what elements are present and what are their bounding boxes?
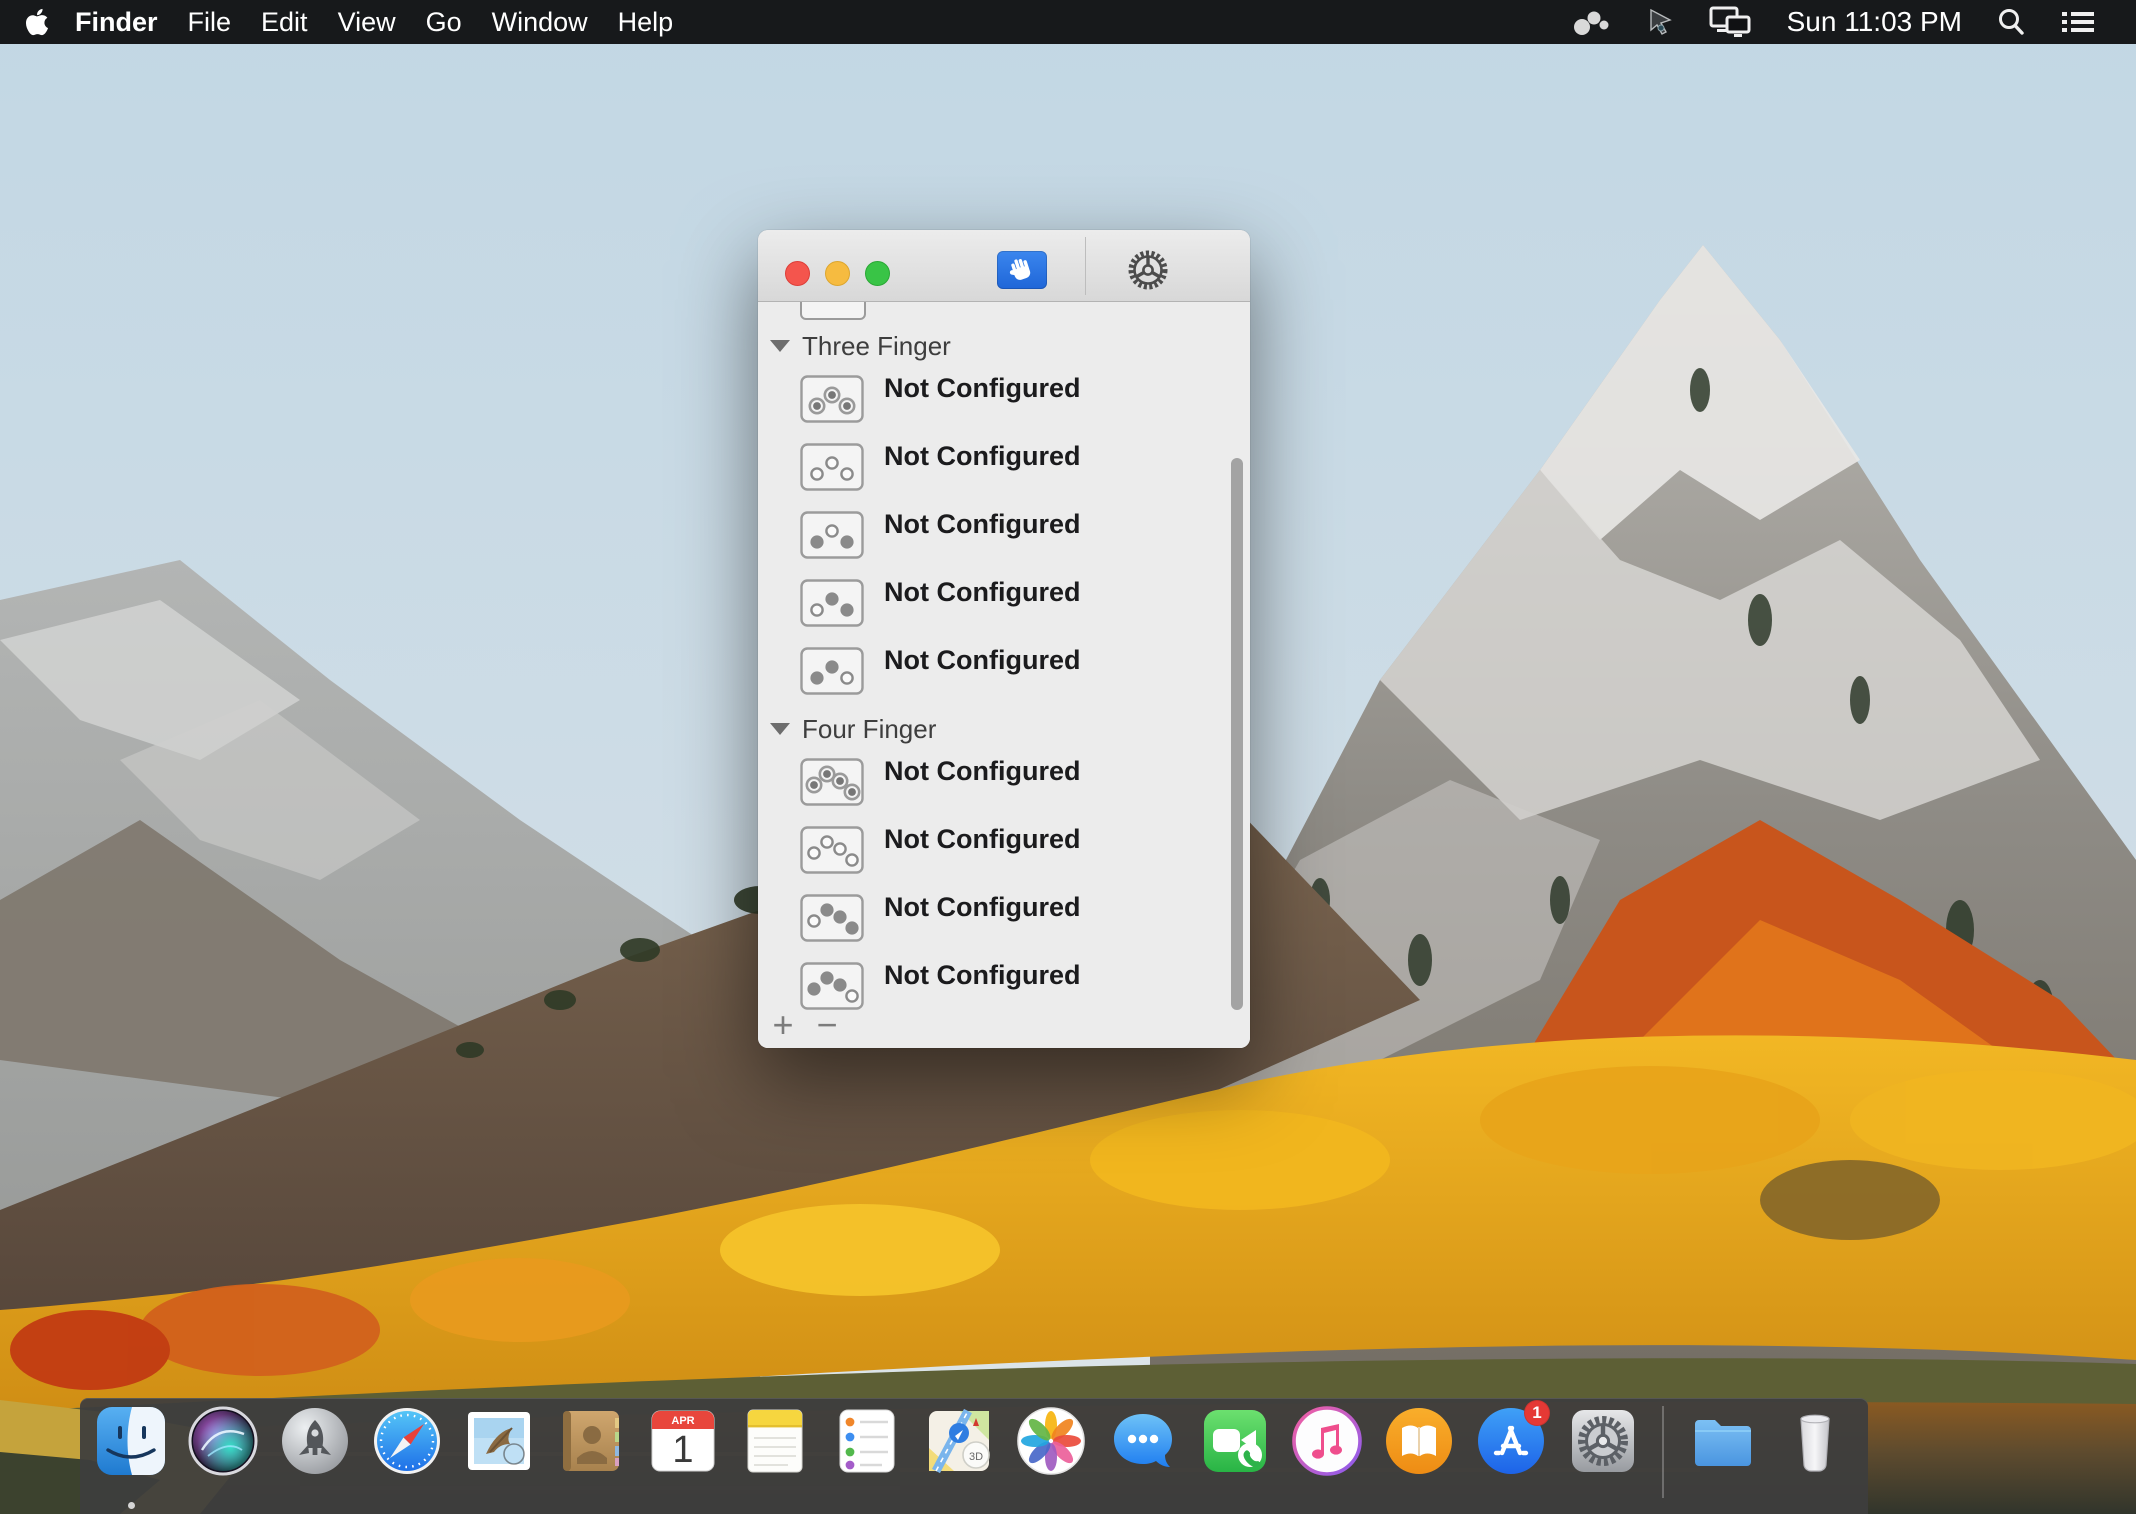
dock-icon-trash[interactable] [1780, 1406, 1850, 1476]
menu-bar-clock[interactable]: Sun 11:03 PM [1787, 6, 1962, 38]
scrollbar-thumb[interactable] [1231, 458, 1243, 1010]
gesture-row[interactable]: Not Configured [800, 962, 1250, 1010]
gesture-status-label: Not Configured [884, 509, 1080, 539]
gesture-status-label: Not Configured [884, 577, 1080, 607]
dock-icon-notes[interactable] [740, 1406, 810, 1476]
dock-icon-downloads-folder[interactable] [1688, 1406, 1758, 1476]
maps-3d-label: 3D [969, 1451, 983, 1463]
notification-center-icon[interactable] [2060, 7, 2096, 37]
remove-gesture-button[interactable]: − [812, 1008, 842, 1042]
calendar-month: APR [671, 1415, 694, 1427]
dock-icon-launchpad[interactable] [280, 1406, 350, 1476]
dock-icon-calendar[interactable]: APR 1 [648, 1406, 718, 1476]
settings-gear-icon [1126, 248, 1170, 292]
app-store-badge: 1 [1524, 1400, 1550, 1426]
dock-icon-facetime[interactable] [1200, 1406, 1270, 1476]
pointer-icon[interactable] [1645, 7, 1675, 37]
dock: APR 1 3D 1 [80, 1398, 1868, 1514]
menu-item-go[interactable]: Go [411, 7, 477, 38]
calendar-day: 1 [672, 1429, 693, 1471]
apple-menu[interactable] [24, 7, 50, 37]
gesture-status-label: Not Configured [884, 756, 1080, 786]
app-menus: FinderFileEditViewGoWindowHelp [60, 7, 688, 38]
dock-icon-contacts[interactable] [556, 1406, 626, 1476]
gesture-row[interactable]: Not Configured [800, 443, 1250, 491]
trackpad-hand-icon [1005, 254, 1039, 286]
dock-icon-app-store[interactable]: 1 [1476, 1406, 1546, 1476]
dock-icon-photos[interactable] [1016, 1406, 1086, 1476]
gesture-icon [800, 894, 864, 942]
section-label: Four Finger [802, 714, 936, 745]
gesture-row[interactable]: Not Configured [800, 826, 1250, 874]
section-header: Three Finger [770, 332, 1250, 360]
dock-icon-messages[interactable] [1108, 1406, 1178, 1476]
gesture-icon [800, 443, 864, 491]
gesture-icon [800, 511, 864, 559]
menu-item-finder[interactable]: Finder [60, 7, 173, 38]
gesture-row[interactable]: Not Configured [800, 647, 1250, 695]
menu-item-view[interactable]: View [323, 7, 411, 38]
dock-divider [1662, 1406, 1664, 1498]
dock-icon-maps[interactable]: 3D [924, 1406, 994, 1476]
gesture-row[interactable]: Not Configured [800, 758, 1250, 806]
menu-item-file[interactable]: File [173, 7, 247, 38]
gesture-icon-cutoff [800, 302, 866, 320]
menu-item-edit[interactable]: Edit [246, 7, 323, 38]
menu-item-window[interactable]: Window [477, 7, 603, 38]
dock-icon-finder[interactable] [96, 1406, 166, 1476]
apple-logo-icon [24, 7, 50, 37]
section-header: Four Finger [770, 715, 1250, 743]
gesture-row[interactable]: Not Configured [800, 894, 1250, 942]
minimize-button[interactable] [825, 261, 850, 286]
gesture-status-label: Not Configured [884, 441, 1080, 471]
gesture-status-label: Not Configured [884, 373, 1080, 403]
gesture-row[interactable]: Not Configured [800, 579, 1250, 627]
menu-item-help[interactable]: Help [603, 7, 689, 38]
gesture-icon [800, 758, 864, 806]
add-gesture-button[interactable]: + [768, 1008, 798, 1042]
gesture-dots-icon[interactable] [1571, 6, 1611, 38]
spotlight-search-icon[interactable] [1996, 7, 2026, 37]
dock-icon-books[interactable] [1384, 1406, 1454, 1476]
dock-icon-itunes[interactable] [1292, 1406, 1362, 1476]
close-button[interactable] [785, 261, 810, 286]
window-title-bar[interactable] [758, 230, 1250, 302]
gesture-row[interactable]: Not Configured [800, 375, 1250, 423]
toolbar-divider [1085, 237, 1086, 295]
gesture-preferences-window: Three Finger Not Configured Not Configur… [758, 230, 1250, 1048]
dock-icon-system-preferences[interactable] [1568, 1406, 1638, 1476]
gesture-status-label: Not Configured [884, 960, 1080, 990]
running-indicator [128, 1502, 135, 1509]
section-label: Three Finger [802, 331, 951, 362]
gesture-list: Three Finger Not Configured Not Configur… [758, 302, 1250, 1048]
disclosure-triangle-icon[interactable] [770, 340, 790, 352]
zoom-button[interactable] [865, 261, 890, 286]
gesture-status-label: Not Configured [884, 645, 1080, 675]
menu-bar: FinderFileEditViewGoWindowHelp Sun 11:03 [0, 0, 2136, 44]
dock-icon-safari[interactable] [372, 1406, 442, 1476]
display-mirroring-icon[interactable] [1709, 5, 1753, 39]
disclosure-triangle-icon[interactable] [770, 723, 790, 735]
gesture-icon [800, 375, 864, 423]
dock-icon-reminders[interactable] [832, 1406, 902, 1476]
gesture-row[interactable]: Not Configured [800, 511, 1250, 559]
gesture-status-label: Not Configured [884, 892, 1080, 922]
gesture-icon [800, 579, 864, 627]
gesture-icon [800, 826, 864, 874]
dock-icon-siri[interactable] [188, 1406, 258, 1476]
gesture-icon [800, 962, 864, 1010]
gesture-icon [800, 647, 864, 695]
settings-toolbar-button[interactable] [1126, 248, 1170, 292]
dock-icon-mail[interactable] [464, 1406, 534, 1476]
trackpad-hand-toolbar-button[interactable] [997, 251, 1047, 289]
gesture-status-label: Not Configured [884, 824, 1080, 854]
